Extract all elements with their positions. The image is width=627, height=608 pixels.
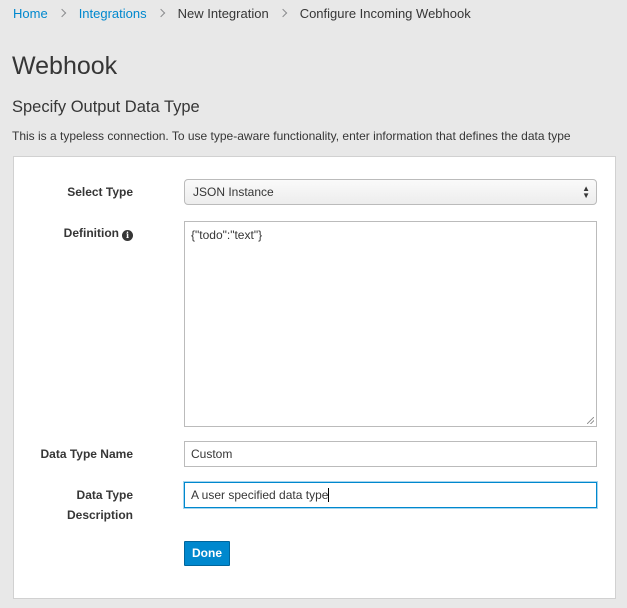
data-type-description-value: A user specified data type bbox=[191, 488, 329, 502]
data-type-description-label-line1: Data Type bbox=[76, 488, 133, 502]
data-type-description-input[interactable]: A user specified data type bbox=[184, 482, 597, 508]
chevron-right-icon bbox=[156, 8, 165, 18]
section-title: Specify Output Data Type bbox=[12, 98, 200, 116]
data-type-name-input[interactable]: Custom bbox=[184, 441, 597, 467]
chevron-right-icon bbox=[278, 8, 287, 18]
section-description: This is a typeless connection. To use ty… bbox=[12, 129, 571, 143]
data-type-description-label: Data Type Description bbox=[67, 485, 133, 525]
definition-value: {"todo":"text"} bbox=[191, 228, 263, 242]
chevron-right-icon bbox=[57, 8, 66, 18]
definition-textarea[interactable]: {"todo":"text"} bbox=[184, 221, 597, 427]
select-arrows-icon: ▲ ▼ bbox=[582, 184, 590, 200]
select-type-label: Select Type bbox=[67, 185, 133, 199]
select-type-value: JSON Instance bbox=[193, 185, 274, 199]
info-icon[interactable]: i bbox=[122, 229, 133, 241]
text-caret bbox=[328, 488, 330, 502]
data-type-name-value: Custom bbox=[191, 447, 233, 461]
page-title: Webhook bbox=[12, 52, 118, 80]
resize-handle-icon[interactable] bbox=[587, 417, 594, 424]
breadcrumb-integrations-link[interactable]: Integrations bbox=[79, 6, 147, 21]
done-button[interactable]: Done bbox=[184, 541, 230, 566]
data-type-description-label-line2: Description bbox=[66, 508, 133, 522]
form-card: Select Type JSON Instance ▲ ▼ Definition i… bbox=[13, 156, 616, 599]
breadcrumb-home-link[interactable]: Home bbox=[13, 6, 48, 21]
data-type-name-label: Data Type Name bbox=[40, 447, 133, 461]
definition-label-text: Definition bbox=[63, 226, 119, 240]
definition-label: Definition i bbox=[64, 223, 133, 243]
breadcrumb-current: Configure Incoming Webhook bbox=[299, 5, 471, 21]
breadcrumb-new-integration: New Integration bbox=[177, 5, 269, 21]
select-type-dropdown[interactable]: JSON Instance ▲ ▼ bbox=[184, 179, 597, 205]
breadcrumb: Home Integrations New Integration Config… bbox=[13, 5, 471, 21]
